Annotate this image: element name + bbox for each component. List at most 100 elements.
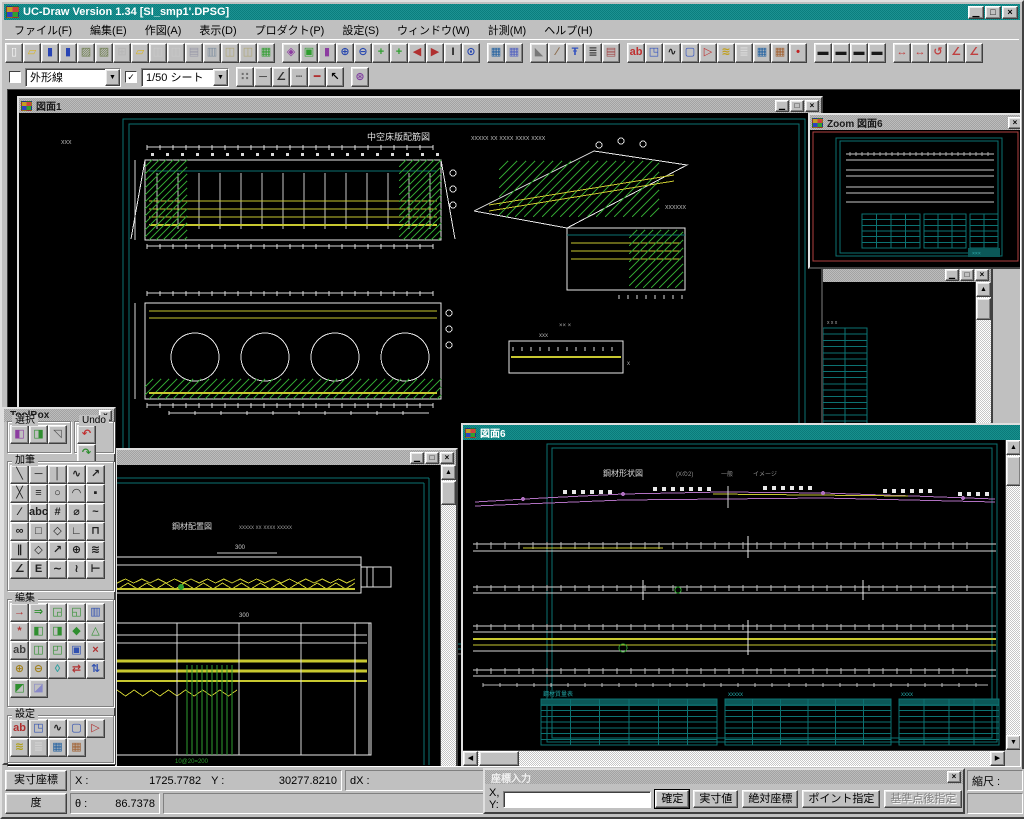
confirm-button[interactable]: 確定 bbox=[655, 790, 689, 808]
edit-delete-button[interactable]: × bbox=[86, 641, 105, 660]
zoom-sheet-button[interactable]: ⊙ bbox=[462, 43, 480, 63]
copy-sheet-button[interactable]: ◫ bbox=[149, 43, 167, 63]
draw-cloud-button[interactable]: ∞ bbox=[10, 522, 29, 541]
save-as-button[interactable]: ▮ bbox=[59, 43, 77, 63]
draw-parallel-button[interactable]: ≡ bbox=[29, 484, 48, 503]
draw-tjoint-button[interactable]: ⊢ bbox=[86, 560, 105, 579]
drawing-window-bottomleft[interactable]: ▁ □ × 鋼材配置図xxxxx xx xxxx xxxxx30030010@2… bbox=[115, 448, 458, 767]
zoom-next-button[interactable]: ▶ bbox=[426, 43, 444, 63]
horizontal-scrollbar[interactable]: ◀ ▶ bbox=[463, 750, 1005, 766]
zoom-prev-button[interactable]: ◀ bbox=[408, 43, 426, 63]
edit-copy-button[interactable]: ⇒ bbox=[29, 603, 48, 622]
settings-layers-button[interactable]: ≣ bbox=[29, 738, 48, 757]
draw-vline-button[interactable]: │ bbox=[48, 465, 67, 484]
text-style-button[interactable]: ab bbox=[627, 43, 645, 63]
menu-item[interactable]: 編集(E) bbox=[81, 21, 136, 39]
edit-move-button[interactable]: → bbox=[10, 603, 29, 622]
point-button[interactable]: • bbox=[789, 43, 807, 63]
draw-center-button[interactable]: ⌀ bbox=[67, 503, 86, 522]
print-button[interactable]: ▤ bbox=[185, 43, 203, 63]
zoom-window-button[interactable]: ◈ bbox=[282, 43, 300, 63]
vertical-scrollbar[interactable]: ▲ bbox=[440, 465, 456, 767]
snap-endpoint-button[interactable]: ─ bbox=[254, 67, 272, 87]
edit-mirror-button[interactable]: ◱ bbox=[67, 603, 86, 622]
draw-text-button[interactable]: abc bbox=[29, 503, 48, 522]
menu-item[interactable]: プロダクト(P) bbox=[246, 21, 334, 39]
settings-curve-button[interactable]: ∿ bbox=[48, 719, 67, 738]
settings-window-button[interactable]: ◳ bbox=[29, 719, 48, 738]
zoom-fit-button[interactable]: + bbox=[390, 43, 408, 63]
settings-table-button[interactable]: ▦ bbox=[48, 738, 67, 757]
layer-checkbox[interactable] bbox=[9, 71, 21, 83]
snap-grid-button[interactable]: ∷ bbox=[236, 67, 254, 87]
select-single-button[interactable]: ◹ bbox=[48, 425, 67, 444]
plotter-button[interactable]: ◫ bbox=[221, 43, 239, 63]
draw-hline-button[interactable]: ─ bbox=[29, 465, 48, 484]
toolbox-palette[interactable]: ToolBox × 選択 ◧◨◹ Undo ↶↷ 加筆 ╲─│∿↗╳≡○◠▪∕a… bbox=[2, 407, 116, 765]
window-style-3-button[interactable]: ▬ bbox=[850, 43, 868, 63]
dimension-angle2-button[interactable]: ∠ bbox=[965, 43, 983, 63]
menu-item[interactable]: 計測(M) bbox=[479, 21, 536, 39]
settings-page-button[interactable]: ▷ bbox=[86, 719, 105, 738]
draw-circle-button[interactable]: ○ bbox=[48, 484, 67, 503]
new-file-button[interactable]: ▯ bbox=[5, 43, 23, 63]
settings-building-button[interactable]: ▦ bbox=[67, 738, 86, 757]
stamp-button[interactable]: Ŧ bbox=[566, 43, 584, 63]
edit-text-button[interactable]: ab bbox=[10, 641, 29, 660]
print-settings-button[interactable]: ▤ bbox=[602, 43, 620, 63]
close-button[interactable]: × bbox=[947, 771, 961, 783]
sheet-list-button[interactable]: ◫ bbox=[167, 43, 185, 63]
snap-intersection-button[interactable]: ∠ bbox=[272, 67, 290, 87]
zoom-image-button[interactable]: ▣ bbox=[300, 43, 318, 63]
sheet-combo[interactable]: 1/50 シート ▼ bbox=[141, 68, 229, 87]
maximize-button[interactable]: □ bbox=[960, 269, 974, 281]
maximize-button[interactable]: □ bbox=[790, 100, 804, 112]
edit-hatch-button[interactable]: ◪ bbox=[29, 679, 48, 698]
scrollbar-thumb[interactable] bbox=[441, 481, 456, 505]
chevron-down-icon[interactable]: ▼ bbox=[105, 69, 120, 86]
undo-button[interactable]: ↶ bbox=[77, 425, 96, 444]
draw-channel-button[interactable]: ⊓ bbox=[86, 522, 105, 541]
edit-stretch-button[interactable]: ◊ bbox=[48, 660, 67, 679]
actual-value-button[interactable]: 実寸値 bbox=[693, 790, 738, 808]
menu-item[interactable]: 設定(S) bbox=[333, 21, 388, 39]
window-style-1-button[interactable]: ▬ bbox=[814, 43, 832, 63]
table-add-button[interactable]: ▦ bbox=[257, 43, 275, 63]
dimension-radius-button[interactable]: ↺ bbox=[929, 43, 947, 63]
close-button[interactable]: × bbox=[805, 100, 819, 112]
scroll-up-icon[interactable]: ▲ bbox=[441, 465, 456, 480]
select-rect-button[interactable]: ◧ bbox=[10, 425, 29, 444]
draw-spline-button[interactable]: ~ bbox=[86, 503, 105, 522]
draw-rect-button[interactable]: □ bbox=[29, 522, 48, 541]
draw-squiggle-button[interactable]: ≀ bbox=[67, 560, 86, 579]
draw-multi-hatch-button[interactable]: ≋ bbox=[86, 541, 105, 560]
pointer-button[interactable]: ↖ bbox=[326, 67, 344, 87]
menu-item[interactable]: ウィンドウ(W) bbox=[388, 21, 479, 39]
hammer-button[interactable]: ∕ bbox=[548, 43, 566, 63]
table-edit-button[interactable]: ▦ bbox=[487, 43, 505, 63]
draw-angle-button[interactable]: ∠ bbox=[10, 560, 29, 579]
save-button[interactable]: ▮ bbox=[41, 43, 59, 63]
draw-balloon-button[interactable]: # bbox=[48, 503, 67, 522]
zoom-drawing-canvas[interactable]: ××× bbox=[810, 130, 1021, 267]
maximize-button[interactable]: □ bbox=[985, 6, 1001, 19]
grid-button[interactable]: ▦ bbox=[505, 43, 523, 63]
layers-color-button[interactable]: ≋ bbox=[717, 43, 735, 63]
zumen1-titlebar[interactable]: 図面1 ▁ □ × bbox=[19, 98, 821, 113]
sheet-checkbox[interactable]: ✓ bbox=[125, 71, 137, 83]
display-settings-button[interactable]: ▢ bbox=[681, 43, 699, 63]
xy-coordinate-input[interactable] bbox=[503, 791, 651, 808]
scroll-down-icon[interactable]: ▼ bbox=[1006, 735, 1021, 750]
window-settings-button[interactable]: ◳ bbox=[645, 43, 663, 63]
minimize-button[interactable]: ▁ bbox=[968, 6, 984, 19]
chevron-down-icon[interactable]: ▼ bbox=[213, 69, 228, 86]
zumen6-drawing-canvas[interactable]: 鋼材形状図(Xの2)一般イメージ鋼材質量表xxxxxxxxx bbox=[463, 440, 1005, 750]
draw-leader-button[interactable]: ↗ bbox=[48, 541, 67, 560]
menu-item[interactable]: 作図(A) bbox=[136, 21, 191, 39]
edit-explode-button[interactable]: * bbox=[10, 622, 29, 641]
layers-button[interactable]: ≣ bbox=[735, 43, 753, 63]
close-button[interactable]: × bbox=[1008, 117, 1021, 129]
draw-diamond-button[interactable]: ◇ bbox=[29, 541, 48, 560]
edit-duplicate-button[interactable]: ◰ bbox=[48, 641, 67, 660]
coordinate-input-dialog[interactable]: 座標入力 × X, Y: 確定 実寸値 絶対座標 ポイント指定 基準点後指定 bbox=[483, 768, 965, 814]
